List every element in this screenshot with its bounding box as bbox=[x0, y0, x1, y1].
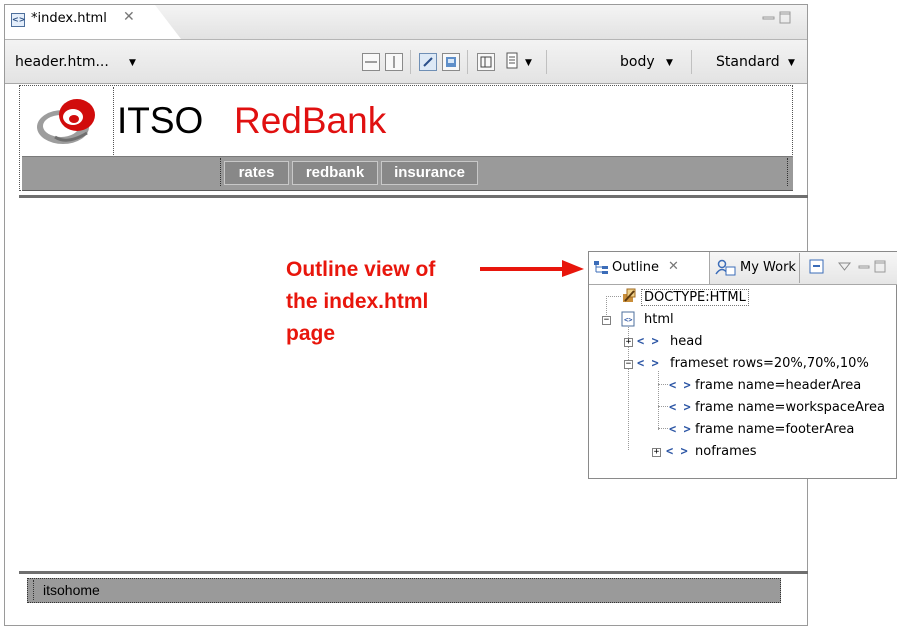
nav-cell-border bbox=[220, 158, 222, 186]
toolbar-separator bbox=[691, 50, 692, 74]
tree-item-frame-header[interactable]: frame name=headerArea bbox=[695, 378, 861, 393]
tree-item-html[interactable]: html bbox=[644, 312, 674, 327]
html-file-icon: <> bbox=[11, 13, 25, 27]
callout-line-1: Outline view of bbox=[286, 258, 436, 281]
nav-link-redbank[interactable]: redbank bbox=[292, 161, 378, 185]
minimize-icon[interactable] bbox=[762, 9, 776, 28]
tab-outline-label[interactable]: Outline bbox=[612, 260, 659, 275]
tree-item-frame-footer[interactable]: frame name=footerArea bbox=[695, 422, 854, 437]
tag-icon: < > bbox=[637, 334, 659, 348]
nav-cell-border bbox=[787, 158, 789, 186]
site-title-prefix: ITSO bbox=[117, 100, 204, 141]
my-work-icon bbox=[715, 259, 737, 281]
tab-separator bbox=[799, 253, 800, 283]
nav-link-insurance[interactable]: insurance bbox=[381, 161, 478, 185]
tree-item-doctype[interactable]: DOCTYPE:HTML bbox=[641, 289, 749, 306]
caret-down-icon[interactable]: ▼ bbox=[129, 58, 136, 68]
tag-icon: < > bbox=[669, 422, 691, 436]
close-icon[interactable]: ✕ bbox=[668, 259, 679, 274]
doctype-icon bbox=[621, 288, 637, 308]
callout-arrow bbox=[478, 258, 588, 282]
maximize-icon[interactable] bbox=[779, 9, 792, 28]
tab-title[interactable]: *index.html bbox=[31, 11, 107, 26]
design-view-button[interactable] bbox=[419, 53, 437, 71]
preview-button[interactable] bbox=[442, 53, 460, 71]
tab-my-work-label[interactable]: My Work bbox=[740, 260, 796, 275]
tree-guide bbox=[658, 384, 668, 386]
caret-down-icon[interactable]: ▼ bbox=[525, 58, 532, 68]
callout-line-3: page bbox=[286, 322, 336, 345]
nav-link-rates[interactable]: rates bbox=[224, 161, 289, 185]
tree-item-frame-workspace[interactable]: frame name=workspaceArea bbox=[695, 400, 885, 415]
footer-cell-border bbox=[33, 580, 35, 600]
frame-selector[interactable]: header.htm... bbox=[15, 54, 109, 70]
site-title-brand: RedBank bbox=[234, 100, 387, 141]
toolbar-separator bbox=[546, 50, 547, 74]
toolbar-separator bbox=[467, 50, 468, 74]
collapse-toggle[interactable]: − bbox=[624, 360, 633, 369]
split-vertical-button[interactable] bbox=[385, 53, 403, 71]
tag-icon: < > bbox=[669, 400, 691, 414]
outline-icon bbox=[593, 260, 609, 280]
view-menu-icon[interactable] bbox=[837, 257, 852, 276]
expand-toggle[interactable]: + bbox=[624, 338, 633, 347]
tree-item-head[interactable]: head bbox=[670, 334, 702, 349]
element-selector[interactable]: body bbox=[620, 54, 655, 70]
redbank-logo-icon bbox=[27, 93, 105, 153]
split-horizontal-button[interactable] bbox=[362, 53, 380, 71]
page-properties-icon[interactable] bbox=[505, 51, 519, 75]
footer-frame[interactable] bbox=[27, 578, 781, 603]
frame-layout-button[interactable] bbox=[477, 53, 495, 71]
tree-guide bbox=[606, 296, 621, 298]
view-mode-selector[interactable]: Standard bbox=[716, 54, 780, 70]
frame-divider[interactable] bbox=[19, 571, 808, 574]
toolbar-separator bbox=[410, 50, 411, 74]
tree-guide bbox=[658, 406, 668, 408]
tag-icon: < > bbox=[669, 378, 691, 392]
tree-guide bbox=[658, 371, 660, 430]
tree-item-noframes[interactable]: noframes bbox=[695, 444, 757, 459]
tag-icon: < > bbox=[637, 356, 659, 370]
footer-link-itsohome[interactable]: itsohome bbox=[43, 582, 100, 598]
caret-down-icon[interactable]: ▼ bbox=[788, 58, 795, 68]
html-file-icon: <> bbox=[621, 311, 636, 331]
tree-guide bbox=[658, 428, 668, 430]
maximize-icon[interactable] bbox=[874, 258, 887, 277]
minimize-icon[interactable] bbox=[858, 258, 872, 277]
collapse-all-icon[interactable] bbox=[809, 259, 825, 279]
svg-text:<>: <> bbox=[624, 316, 632, 324]
close-icon[interactable]: ✕ bbox=[123, 9, 135, 25]
tag-icon: < > bbox=[666, 444, 688, 458]
collapse-toggle[interactable]: − bbox=[602, 316, 611, 325]
callout-line-2: the index.html bbox=[286, 290, 429, 313]
editor-toolbar bbox=[5, 40, 807, 84]
expand-toggle[interactable]: + bbox=[652, 448, 661, 457]
caret-down-icon[interactable]: ▼ bbox=[666, 58, 673, 68]
tree-item-frameset[interactable]: frameset rows=20%,70%,10% bbox=[670, 356, 869, 371]
